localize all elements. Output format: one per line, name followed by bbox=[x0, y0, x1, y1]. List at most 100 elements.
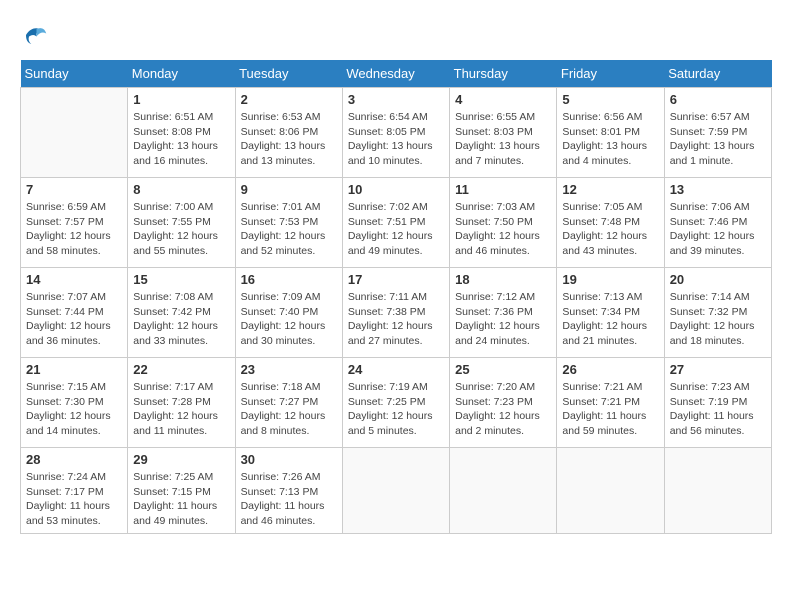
cell-info: Sunrise: 7:06 AM Sunset: 7:46 PM Dayligh… bbox=[670, 200, 766, 259]
calendar-cell: 29 Sunrise: 7:25 AM Sunset: 7:15 PM Dayl… bbox=[128, 448, 235, 534]
day-number: 2 bbox=[241, 92, 337, 107]
calendar-cell: 14 Sunrise: 7:07 AM Sunset: 7:44 PM Dayl… bbox=[21, 268, 128, 358]
calendar-cell: 27 Sunrise: 7:23 AM Sunset: 7:19 PM Dayl… bbox=[664, 358, 771, 448]
calendar-cell: 17 Sunrise: 7:11 AM Sunset: 7:38 PM Dayl… bbox=[342, 268, 449, 358]
day-number: 21 bbox=[26, 362, 122, 377]
calendar-cell: 20 Sunrise: 7:14 AM Sunset: 7:32 PM Dayl… bbox=[664, 268, 771, 358]
cell-info: Sunrise: 7:26 AM Sunset: 7:13 PM Dayligh… bbox=[241, 470, 337, 529]
cell-info: Sunrise: 7:08 AM Sunset: 7:42 PM Dayligh… bbox=[133, 290, 229, 349]
calendar-cell: 24 Sunrise: 7:19 AM Sunset: 7:25 PM Dayl… bbox=[342, 358, 449, 448]
calendar-cell bbox=[21, 88, 128, 178]
calendar-cell: 11 Sunrise: 7:03 AM Sunset: 7:50 PM Dayl… bbox=[450, 178, 557, 268]
day-number: 30 bbox=[241, 452, 337, 467]
day-number: 16 bbox=[241, 272, 337, 287]
calendar-cell: 19 Sunrise: 7:13 AM Sunset: 7:34 PM Dayl… bbox=[557, 268, 664, 358]
day-number: 8 bbox=[133, 182, 229, 197]
day-number: 6 bbox=[670, 92, 766, 107]
calendar-cell: 26 Sunrise: 7:21 AM Sunset: 7:21 PM Dayl… bbox=[557, 358, 664, 448]
cell-info: Sunrise: 6:53 AM Sunset: 8:06 PM Dayligh… bbox=[241, 110, 337, 169]
cell-info: Sunrise: 7:20 AM Sunset: 7:23 PM Dayligh… bbox=[455, 380, 551, 439]
calendar-cell bbox=[450, 448, 557, 534]
calendar-cell: 23 Sunrise: 7:18 AM Sunset: 7:27 PM Dayl… bbox=[235, 358, 342, 448]
calendar-cell: 6 Sunrise: 6:57 AM Sunset: 7:59 PM Dayli… bbox=[664, 88, 771, 178]
logo bbox=[20, 20, 54, 50]
cell-info: Sunrise: 7:05 AM Sunset: 7:48 PM Dayligh… bbox=[562, 200, 658, 259]
cell-info: Sunrise: 7:25 AM Sunset: 7:15 PM Dayligh… bbox=[133, 470, 229, 529]
day-number: 11 bbox=[455, 182, 551, 197]
day-number: 24 bbox=[348, 362, 444, 377]
cell-info: Sunrise: 7:21 AM Sunset: 7:21 PM Dayligh… bbox=[562, 380, 658, 439]
calendar-cell: 12 Sunrise: 7:05 AM Sunset: 7:48 PM Dayl… bbox=[557, 178, 664, 268]
day-number: 5 bbox=[562, 92, 658, 107]
calendar-cell: 3 Sunrise: 6:54 AM Sunset: 8:05 PM Dayli… bbox=[342, 88, 449, 178]
day-number: 28 bbox=[26, 452, 122, 467]
day-number: 12 bbox=[562, 182, 658, 197]
calendar-cell: 8 Sunrise: 7:00 AM Sunset: 7:55 PM Dayli… bbox=[128, 178, 235, 268]
calendar-cell: 16 Sunrise: 7:09 AM Sunset: 7:40 PM Dayl… bbox=[235, 268, 342, 358]
calendar-cell: 2 Sunrise: 6:53 AM Sunset: 8:06 PM Dayli… bbox=[235, 88, 342, 178]
calendar-cell: 21 Sunrise: 7:15 AM Sunset: 7:30 PM Dayl… bbox=[21, 358, 128, 448]
calendar-cell: 25 Sunrise: 7:20 AM Sunset: 7:23 PM Dayl… bbox=[450, 358, 557, 448]
calendar-cell: 13 Sunrise: 7:06 AM Sunset: 7:46 PM Dayl… bbox=[664, 178, 771, 268]
day-number: 29 bbox=[133, 452, 229, 467]
day-number: 7 bbox=[26, 182, 122, 197]
cell-info: Sunrise: 7:18 AM Sunset: 7:27 PM Dayligh… bbox=[241, 380, 337, 439]
day-number: 20 bbox=[670, 272, 766, 287]
weekday-header-wednesday: Wednesday bbox=[342, 60, 449, 88]
cell-info: Sunrise: 6:56 AM Sunset: 8:01 PM Dayligh… bbox=[562, 110, 658, 169]
cell-info: Sunrise: 7:00 AM Sunset: 7:55 PM Dayligh… bbox=[133, 200, 229, 259]
cell-info: Sunrise: 7:02 AM Sunset: 7:51 PM Dayligh… bbox=[348, 200, 444, 259]
calendar-cell: 7 Sunrise: 6:59 AM Sunset: 7:57 PM Dayli… bbox=[21, 178, 128, 268]
weekday-header-friday: Friday bbox=[557, 60, 664, 88]
weekday-header-sunday: Sunday bbox=[21, 60, 128, 88]
calendar-cell bbox=[664, 448, 771, 534]
day-number: 17 bbox=[348, 272, 444, 287]
calendar-cell: 30 Sunrise: 7:26 AM Sunset: 7:13 PM Dayl… bbox=[235, 448, 342, 534]
day-number: 15 bbox=[133, 272, 229, 287]
calendar-cell: 1 Sunrise: 6:51 AM Sunset: 8:08 PM Dayli… bbox=[128, 88, 235, 178]
cell-info: Sunrise: 7:14 AM Sunset: 7:32 PM Dayligh… bbox=[670, 290, 766, 349]
page-header bbox=[20, 20, 772, 50]
cell-info: Sunrise: 7:13 AM Sunset: 7:34 PM Dayligh… bbox=[562, 290, 658, 349]
cell-info: Sunrise: 7:19 AM Sunset: 7:25 PM Dayligh… bbox=[348, 380, 444, 439]
calendar-cell: 4 Sunrise: 6:55 AM Sunset: 8:03 PM Dayli… bbox=[450, 88, 557, 178]
cell-info: Sunrise: 7:24 AM Sunset: 7:17 PM Dayligh… bbox=[26, 470, 122, 529]
weekday-header-thursday: Thursday bbox=[450, 60, 557, 88]
calendar-cell: 18 Sunrise: 7:12 AM Sunset: 7:36 PM Dayl… bbox=[450, 268, 557, 358]
day-number: 10 bbox=[348, 182, 444, 197]
cell-info: Sunrise: 6:57 AM Sunset: 7:59 PM Dayligh… bbox=[670, 110, 766, 169]
day-number: 26 bbox=[562, 362, 658, 377]
cell-info: Sunrise: 6:59 AM Sunset: 7:57 PM Dayligh… bbox=[26, 200, 122, 259]
day-number: 3 bbox=[348, 92, 444, 107]
day-number: 9 bbox=[241, 182, 337, 197]
cell-info: Sunrise: 6:54 AM Sunset: 8:05 PM Dayligh… bbox=[348, 110, 444, 169]
calendar-cell: 9 Sunrise: 7:01 AM Sunset: 7:53 PM Dayli… bbox=[235, 178, 342, 268]
day-number: 23 bbox=[241, 362, 337, 377]
cell-info: Sunrise: 7:09 AM Sunset: 7:40 PM Dayligh… bbox=[241, 290, 337, 349]
calendar-cell: 5 Sunrise: 6:56 AM Sunset: 8:01 PM Dayli… bbox=[557, 88, 664, 178]
cell-info: Sunrise: 6:51 AM Sunset: 8:08 PM Dayligh… bbox=[133, 110, 229, 169]
cell-info: Sunrise: 7:11 AM Sunset: 7:38 PM Dayligh… bbox=[348, 290, 444, 349]
cell-info: Sunrise: 7:12 AM Sunset: 7:36 PM Dayligh… bbox=[455, 290, 551, 349]
calendar-cell: 10 Sunrise: 7:02 AM Sunset: 7:51 PM Dayl… bbox=[342, 178, 449, 268]
calendar-cell bbox=[557, 448, 664, 534]
weekday-header-saturday: Saturday bbox=[664, 60, 771, 88]
cell-info: Sunrise: 6:55 AM Sunset: 8:03 PM Dayligh… bbox=[455, 110, 551, 169]
cell-info: Sunrise: 7:23 AM Sunset: 7:19 PM Dayligh… bbox=[670, 380, 766, 439]
cell-info: Sunrise: 7:07 AM Sunset: 7:44 PM Dayligh… bbox=[26, 290, 122, 349]
day-number: 1 bbox=[133, 92, 229, 107]
calendar-cell: 22 Sunrise: 7:17 AM Sunset: 7:28 PM Dayl… bbox=[128, 358, 235, 448]
day-number: 25 bbox=[455, 362, 551, 377]
day-number: 22 bbox=[133, 362, 229, 377]
calendar-cell: 28 Sunrise: 7:24 AM Sunset: 7:17 PM Dayl… bbox=[21, 448, 128, 534]
cell-info: Sunrise: 7:01 AM Sunset: 7:53 PM Dayligh… bbox=[241, 200, 337, 259]
weekday-header-monday: Monday bbox=[128, 60, 235, 88]
weekday-header-tuesday: Tuesday bbox=[235, 60, 342, 88]
day-number: 4 bbox=[455, 92, 551, 107]
cell-info: Sunrise: 7:15 AM Sunset: 7:30 PM Dayligh… bbox=[26, 380, 122, 439]
calendar-cell: 15 Sunrise: 7:08 AM Sunset: 7:42 PM Dayl… bbox=[128, 268, 235, 358]
calendar-table: SundayMondayTuesdayWednesdayThursdayFrid… bbox=[20, 60, 772, 534]
cell-info: Sunrise: 7:03 AM Sunset: 7:50 PM Dayligh… bbox=[455, 200, 551, 259]
logo-icon bbox=[20, 20, 50, 50]
calendar-cell bbox=[342, 448, 449, 534]
